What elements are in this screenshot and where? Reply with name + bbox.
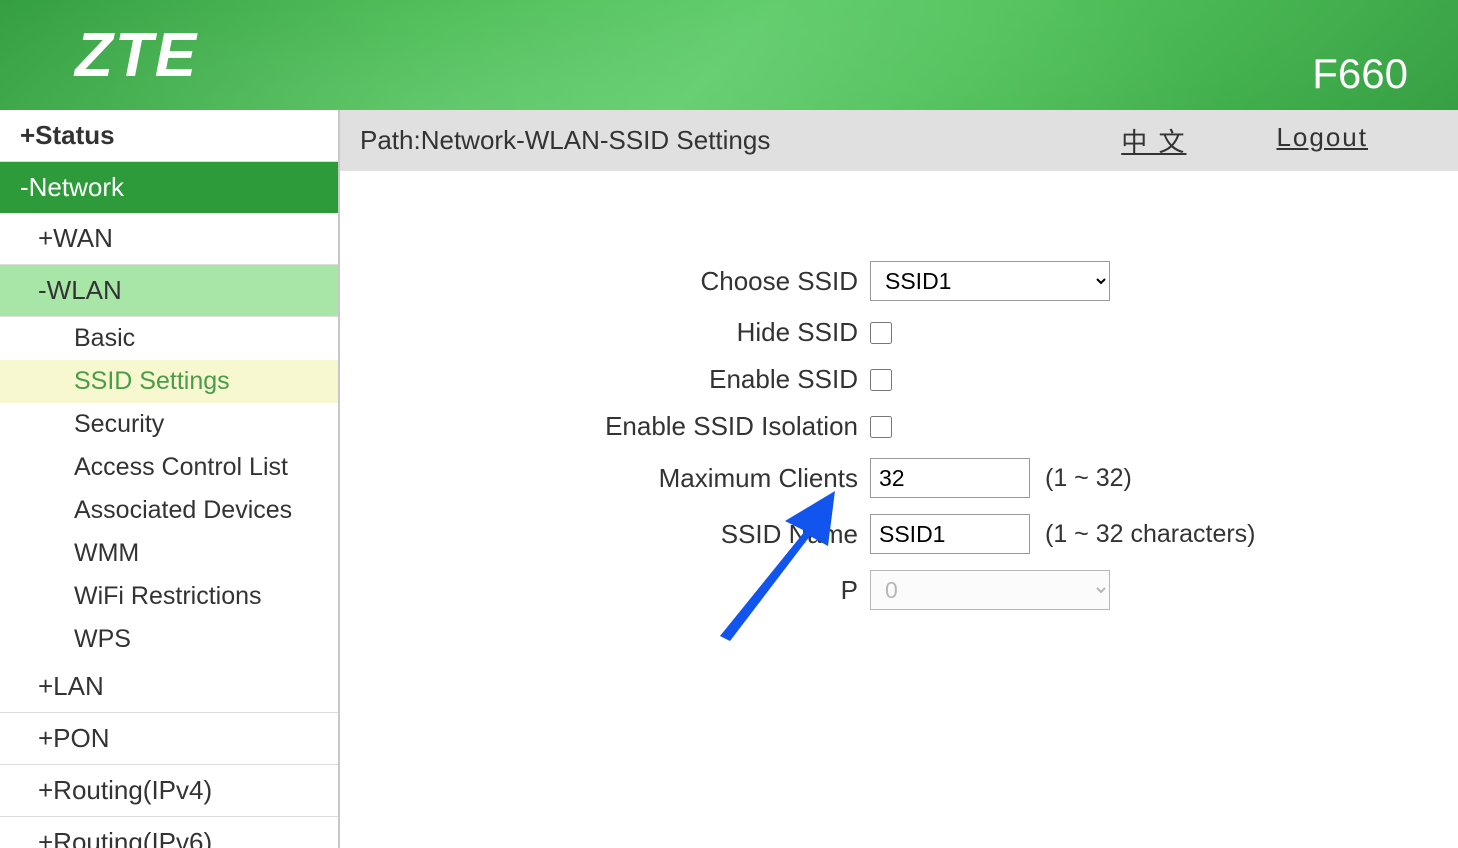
enable-isolation-label: Enable SSID Isolation bbox=[380, 411, 870, 442]
breadcrumb-path: Path:Network-WLAN-SSID Settings bbox=[360, 125, 770, 156]
max-clients-input[interactable] bbox=[870, 458, 1030, 498]
arrow-annotation-icon bbox=[710, 481, 840, 641]
sidebar-item-network[interactable]: -Network bbox=[0, 162, 338, 213]
sidebar-item-wps[interactable]: WPS bbox=[0, 618, 338, 661]
ssid-name-label: SSID Name bbox=[380, 519, 870, 550]
enable-isolation-checkbox[interactable] bbox=[870, 416, 892, 438]
enable-ssid-checkbox[interactable] bbox=[870, 369, 892, 391]
sidebar-item-acl[interactable]: Access Control List bbox=[0, 446, 338, 489]
language-link[interactable]: 中 文 bbox=[1121, 122, 1186, 159]
sidebar-item-wifi-restrictions[interactable]: WiFi Restrictions bbox=[0, 575, 338, 618]
ssid-name-hint: (1 ~ 32 characters) bbox=[1045, 520, 1256, 549]
sidebar-nav: +Status -Network +WAN -WLAN Basic SSID S… bbox=[0, 110, 340, 848]
priority-label: P bbox=[380, 575, 870, 606]
sidebar-item-ssid-settings[interactable]: SSID Settings bbox=[0, 360, 338, 403]
hide-ssid-label: Hide SSID bbox=[380, 317, 870, 348]
max-clients-hint: (1 ~ 32) bbox=[1045, 464, 1132, 493]
ssid-name-input[interactable] bbox=[870, 514, 1030, 554]
model-number: F660 bbox=[1312, 50, 1408, 98]
sidebar-item-basic[interactable]: Basic bbox=[0, 317, 338, 360]
sidebar-item-lan[interactable]: +LAN bbox=[0, 661, 338, 713]
sidebar-item-routing-ipv6[interactable]: +Routing(IPv6) bbox=[0, 817, 338, 848]
sidebar-item-pon[interactable]: +PON bbox=[0, 713, 338, 765]
sidebar-item-wlan[interactable]: -WLAN bbox=[0, 265, 338, 317]
max-clients-label: Maximum Clients bbox=[380, 463, 870, 494]
enable-ssid-label: Enable SSID bbox=[380, 364, 870, 395]
hide-ssid-checkbox[interactable] bbox=[870, 322, 892, 344]
logout-link[interactable]: Logout bbox=[1276, 122, 1368, 159]
brand-logo: ZTE bbox=[75, 20, 198, 91]
content-area: Choose SSID SSID1 Hide SSID Enable SSID bbox=[340, 171, 1458, 848]
sidebar-item-status[interactable]: +Status bbox=[0, 110, 338, 162]
priority-select[interactable]: 0 bbox=[870, 570, 1110, 610]
sidebar-item-routing-ipv4[interactable]: +Routing(IPv4) bbox=[0, 765, 338, 817]
choose-ssid-label: Choose SSID bbox=[380, 266, 870, 297]
choose-ssid-select[interactable]: SSID1 bbox=[870, 261, 1110, 301]
header-banner: ZTE F660 bbox=[0, 0, 1458, 110]
breadcrumb-bar: Path:Network-WLAN-SSID Settings 中 文 Logo… bbox=[340, 110, 1458, 171]
sidebar-item-wmm[interactable]: WMM bbox=[0, 532, 338, 575]
sidebar-item-wan[interactable]: +WAN bbox=[0, 213, 338, 265]
sidebar-item-associated-devices[interactable]: Associated Devices bbox=[0, 489, 338, 532]
sidebar-item-security[interactable]: Security bbox=[0, 403, 338, 446]
